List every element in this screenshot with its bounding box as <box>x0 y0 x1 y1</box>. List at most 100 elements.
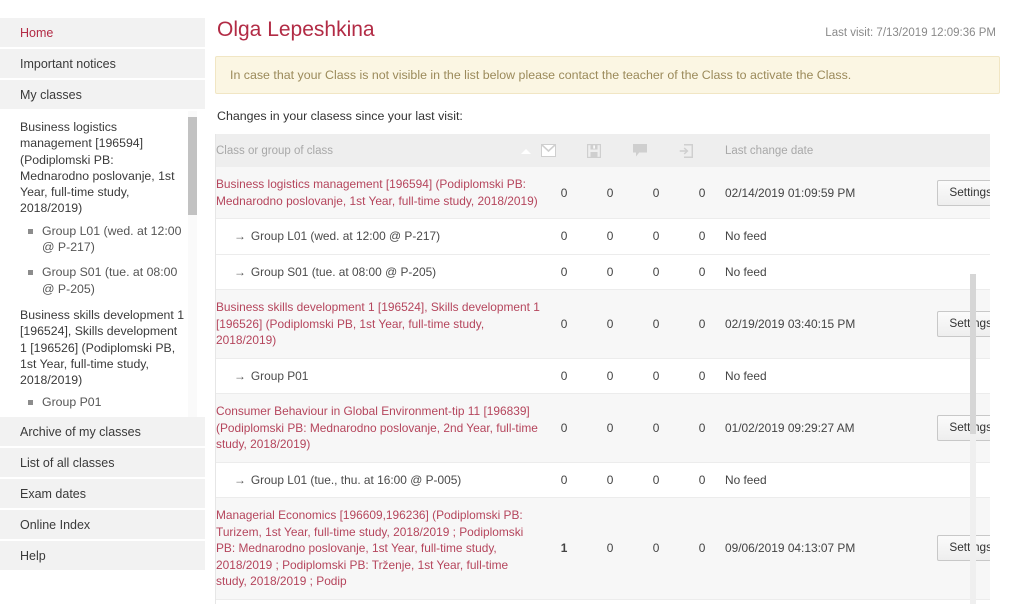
table-row-class[interactable]: Managerial Economics [196609,196236] (Po… <box>216 497 990 600</box>
sort-ascending-icon[interactable] <box>521 148 531 154</box>
cell-actions <box>895 218 990 255</box>
column-header-actions <box>895 134 990 167</box>
column-header-signin[interactable] <box>679 134 725 167</box>
cell-mail-count: 0 <box>541 289 587 359</box>
sidebar-group-item[interactable]: Group L01 (wed. at 12:00 @ P-217) <box>28 223 185 256</box>
settings-button[interactable]: Settings <box>937 414 990 441</box>
cell-class-name[interactable]: → Group L01 (tue., thu. at 16:00 @ P-005) <box>216 462 541 498</box>
cell-mail-count: 0 <box>541 599 587 604</box>
table-row-group[interactable]: → Group P01 0 0 0 0 No feed <box>216 358 990 394</box>
table-row-class[interactable]: Business skills development 1 [196524], … <box>216 289 990 359</box>
sidebar-item-list-of-all-classes[interactable]: List of all classes <box>0 448 205 479</box>
settings-button[interactable]: Settings <box>937 535 990 562</box>
sidebar-scrollbar-thumb[interactable] <box>188 117 197 215</box>
cell-forum-count: 0 <box>633 599 679 604</box>
cell-class-name[interactable]: Managerial Economics [196609,196236] (Po… <box>216 497 541 600</box>
classes-table-container[interactable]: Class or group of class Last change date… <box>215 134 990 604</box>
cell-forum-count: 0 <box>633 218 679 255</box>
cell-forum-count: 0 <box>633 497 679 600</box>
cell-signin-count: 0 <box>679 462 725 498</box>
cell-mail-count: 0 <box>541 358 587 394</box>
cell-forum-count: 0 <box>633 289 679 359</box>
cell-class-name[interactable]: → Group P01 <box>216 358 541 394</box>
classes-table: Class or group of class Last change date… <box>216 134 990 604</box>
cell-forum-count: 0 <box>633 358 679 394</box>
sidebar-item-archive-of-my-classes[interactable]: Archive of my classes <box>0 417 205 448</box>
floppy-disk-icon <box>587 143 601 158</box>
cell-last-change-date: No feed <box>725 254 895 290</box>
cell-forum-count: 0 <box>633 254 679 290</box>
sidebar-item-exam-dates[interactable]: Exam dates <box>0 479 205 510</box>
cell-files-count: 0 <box>587 393 633 463</box>
cell-mail-count: 0 <box>541 393 587 463</box>
cell-mail-count: 0 <box>541 254 587 290</box>
sidebar-item-online-index[interactable]: Online Index <box>0 510 205 541</box>
arrow-right-icon: → <box>234 229 246 243</box>
sidebar-item-my-classes[interactable]: My classes <box>0 80 205 111</box>
column-header-label: Class or group of class <box>216 144 333 157</box>
sidebar-item-important-notices[interactable]: Important notices <box>0 49 205 80</box>
cell-forum-count: 0 <box>633 393 679 463</box>
table-row-group[interactable]: → Group L01 (wed. at 12:00 @ P-217) 0 0 0 0 No… <box>216 218 990 255</box>
sidebar-item-home[interactable]: Home <box>0 18 205 49</box>
cell-class-name[interactable]: → Group L01 (wed. at 12:00 @ P-217) <box>216 218 541 255</box>
settings-button[interactable]: Settings <box>937 310 990 337</box>
cell-mail-count: 0 <box>541 462 587 498</box>
envelope-icon <box>541 144 556 157</box>
table-row-group[interactable]: → Group S01 (tue. at 08:00 @ P-205) 0 0 0 0 No… <box>216 254 990 290</box>
sidebar-item-help[interactable]: Help <box>0 541 205 572</box>
cell-class-name[interactable]: Business skills development 1 [196524], … <box>216 289 541 359</box>
cell-class-name[interactable]: Business logistics management [196594] (… <box>216 167 541 219</box>
table-row-class[interactable]: Business logistics management [196594] (… <box>216 167 990 219</box>
page-title: Olga Lepeshkina <box>217 18 375 41</box>
cell-class-name[interactable]: Consumer Behaviour in Global Environment… <box>216 393 541 463</box>
class-name-label: Group L01 (wed. at 12:00 @ P-217) <box>250 229 441 243</box>
cell-signin-count: 0 <box>679 599 725 604</box>
main-content: Olga Lepeshkina Last visit: 7/13/2019 12… <box>205 0 1020 613</box>
cell-files-count: 0 <box>587 497 633 600</box>
sidebar-class-item[interactable]: Business skills development 1 [196524], … <box>20 307 185 388</box>
cell-mail-count: 1 <box>541 497 587 600</box>
cell-last-change-date: 02/14/2019 01:09:59 PM <box>725 167 895 219</box>
sidebar-my-classes-scroll-area[interactable]: Business logistics management [196594] (… <box>0 111 205 417</box>
cell-signin-count: 0 <box>679 393 725 463</box>
sidebar-group-item[interactable]: Group S01 (tue. at 08:00 @ P-205) <box>28 264 185 297</box>
cell-actions: Settings <box>895 167 990 219</box>
cell-files-count: 0 <box>587 599 633 604</box>
arrow-right-icon: → <box>234 368 246 383</box>
sidebar-group-item[interactable]: Group P01 <box>28 394 185 410</box>
class-name-label: Group P01 <box>250 368 309 383</box>
cell-last-change-date: 01/02/2019 09:29:27 AM <box>725 393 895 463</box>
cell-last-change-date: No feed <box>725 358 895 394</box>
cell-signin-count: 0 <box>679 254 725 290</box>
settings-button[interactable]: Settings <box>937 179 990 206</box>
cell-last-change-date: No feed <box>725 218 895 255</box>
column-header-mail[interactable] <box>541 134 587 167</box>
column-header-files[interactable] <box>587 134 633 167</box>
column-header-last-change-date[interactable]: Last change date <box>725 134 895 167</box>
sidebar-group-list: Group P01 <box>20 394 185 410</box>
sidebar-group-list: Group L01 (wed. at 12:00 @ P-217) Group … <box>20 223 185 297</box>
last-visit-text: Last visit: 7/13/2019 12:09:36 PM <box>825 27 996 39</box>
cell-mail-count: 0 <box>541 218 587 255</box>
main-header: Olga Lepeshkina Last visit: 7/13/2019 12… <box>215 0 1000 42</box>
page-root: Home Important notices My classes Busine… <box>0 0 1020 613</box>
column-header-class-or-group[interactable]: Class or group of class <box>216 134 541 167</box>
table-scrollbar-thumb[interactable] <box>970 274 976 434</box>
cell-signin-count: 0 <box>679 358 725 394</box>
sidebar: Home Important notices My classes Busine… <box>0 0 205 613</box>
column-header-forum[interactable] <box>633 134 679 167</box>
table-row-class[interactable]: Consumer Behaviour in Global Environment… <box>216 393 990 463</box>
cell-class-name[interactable]: → Group S01 (tue. at 08:00 @ P-205) <box>216 254 541 290</box>
cell-signin-count: 0 <box>679 218 725 255</box>
table-row-group[interactable]: →Group L01 (tue. at 10:00 @ VP-105)0000N… <box>216 599 990 604</box>
cell-last-change-date: No feed <box>725 462 895 498</box>
cell-files-count: 0 <box>587 218 633 255</box>
cell-files-count: 0 <box>587 462 633 498</box>
sidebar-class-item[interactable]: Business logistics management [196594] (… <box>20 119 185 217</box>
cell-last-change-date: 02/19/2019 03:40:15 PM <box>725 289 895 359</box>
sign-in-icon <box>679 143 693 158</box>
table-header-row: Class or group of class Last change date <box>216 134 990 167</box>
table-row-group[interactable]: → Group L01 (tue., thu. at 16:00 @ P-005)… <box>216 462 990 498</box>
cell-class-name[interactable]: →Group L01 (tue. at 10:00 @ VP-105) <box>216 599 541 604</box>
